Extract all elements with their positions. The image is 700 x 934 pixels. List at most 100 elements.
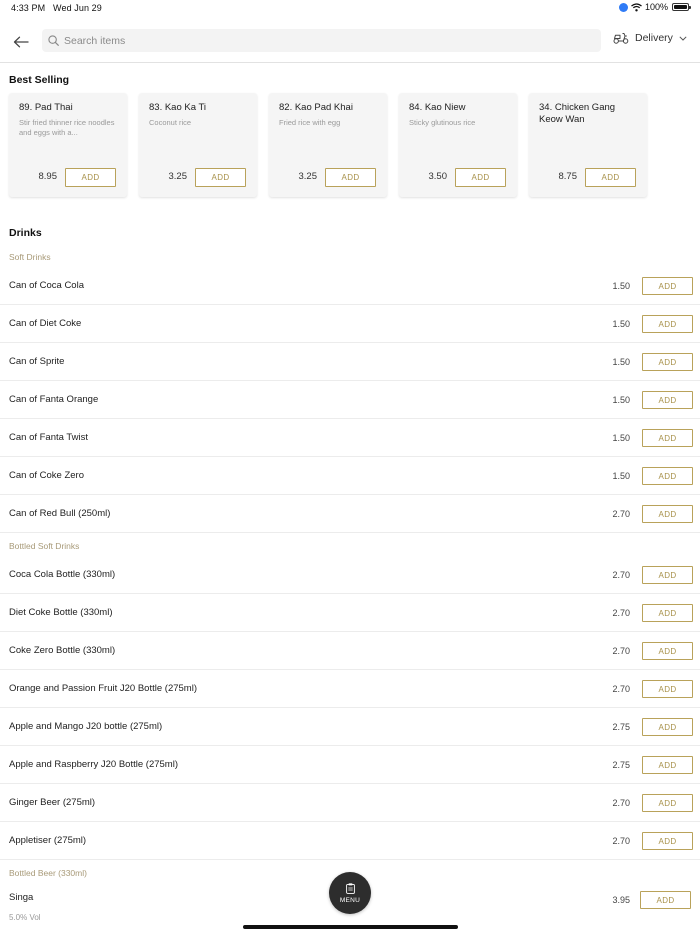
item-name: Singa (9, 892, 34, 903)
card-price: 3.50 (428, 171, 448, 182)
menu-item-row[interactable]: Can of Diet Coke 1.50 ADD (0, 305, 700, 343)
add-button[interactable]: ADD (585, 168, 636, 187)
add-button[interactable]: ADD (642, 756, 693, 774)
back-button[interactable] (10, 31, 32, 53)
item-price: 2.75 (612, 760, 630, 770)
menu-item-row[interactable]: Apple and Mango J20 bottle (275ml) 2.75 … (0, 708, 700, 746)
card-description: Fried rice with egg (279, 118, 341, 127)
add-button[interactable]: ADD (642, 277, 693, 295)
add-button[interactable]: ADD (642, 832, 693, 850)
item-price: 1.50 (612, 319, 630, 329)
item-name: Can of Sprite (9, 356, 65, 367)
menu-item-row[interactable]: Coca Cola Bottle (330ml) 2.70 ADD (0, 556, 700, 594)
item-price: 2.70 (612, 509, 630, 519)
add-button[interactable]: ADD (640, 891, 691, 909)
add-button[interactable]: ADD (642, 794, 693, 812)
best-selling-title: Best Selling (9, 74, 70, 86)
add-button[interactable]: ADD (642, 604, 693, 622)
menu-item-row[interactable]: Can of Fanta Orange 1.50 ADD (0, 381, 700, 419)
add-button[interactable]: ADD (65, 168, 116, 187)
wifi-icon (631, 2, 642, 11)
menu-item-row[interactable]: Can of Red Bull (250ml) 2.70 ADD (0, 495, 700, 533)
clipboard-icon (345, 882, 355, 894)
delivery-selector[interactable]: Delivery (613, 32, 687, 44)
status-bar: 4:33 PM Wed Jun 29 100% (0, 0, 700, 18)
item-name: Ginger Beer (275ml) (9, 797, 96, 808)
home-indicator[interactable] (243, 925, 458, 929)
item-name: Orange and Passion Fruit J20 Bottle (275… (9, 683, 197, 694)
item-price: 2.70 (612, 570, 630, 580)
back-arrow-icon (13, 36, 29, 48)
add-button[interactable]: ADD (642, 429, 693, 447)
battery-percent: 100% (644, 2, 668, 12)
chevron-down-icon (679, 35, 687, 41)
add-button[interactable]: ADD (642, 467, 693, 485)
add-button[interactable]: ADD (642, 315, 693, 333)
card-description: Stir fried thinner rice noodles and eggs… (19, 118, 115, 137)
battery-icon (672, 3, 691, 11)
status-time: 4:33 PM Wed Jun 29 (11, 3, 102, 13)
best-selling-card[interactable]: 82. Kao Pad Khai Fried rice with egg 3.2… (269, 93, 387, 197)
location-icon (618, 2, 628, 12)
card-name: 34. Chicken Gang Keow Wan (539, 102, 616, 125)
item-name: Can of Coca Cola (9, 280, 84, 291)
item-price: 1.50 (612, 471, 630, 481)
search-input[interactable] (64, 34, 584, 47)
top-bar: Delivery (0, 27, 700, 63)
add-button[interactable]: ADD (642, 642, 693, 660)
menu-item-row[interactable]: Orange and Passion Fruit J20 Bottle (275… (0, 670, 700, 708)
best-selling-card[interactable]: 34. Chicken Gang Keow Wan 8.75 ADD (529, 93, 647, 197)
menu-button[interactable]: MENU (329, 872, 371, 914)
status-icons: 100% (618, 2, 691, 12)
date-text: Wed Jun 29 (53, 3, 102, 13)
menu-item-row[interactable]: Apple and Raspberry J20 Bottle (275ml) 2… (0, 746, 700, 784)
menu-item-row[interactable]: Can of Coke Zero 1.50 ADD (0, 457, 700, 495)
item-price: 1.50 (612, 395, 630, 405)
add-button[interactable]: ADD (642, 680, 693, 698)
delivery-label: Delivery (635, 32, 673, 44)
item-name: Can of Red Bull (250ml) (9, 508, 111, 519)
item-price: 1.50 (612, 281, 630, 291)
search-bar[interactable] (42, 29, 601, 52)
menu-item-row[interactable]: Ginger Beer (275ml) 2.70 ADD (0, 784, 700, 822)
item-price: 2.70 (612, 684, 630, 694)
add-button[interactable]: ADD (642, 505, 693, 523)
card-price: 8.75 (558, 171, 578, 182)
item-name: Can of Coke Zero (9, 470, 84, 481)
add-button[interactable]: ADD (642, 353, 693, 371)
item-name: Diet Coke Bottle (330ml) (9, 607, 113, 618)
item-price: 2.75 (612, 722, 630, 732)
item-name: Can of Diet Coke (9, 318, 82, 329)
add-button[interactable]: ADD (642, 718, 693, 736)
add-button[interactable]: ADD (642, 566, 693, 584)
add-button[interactable]: ADD (642, 391, 693, 409)
drinks-title: Drinks (9, 227, 42, 239)
best-selling-card[interactable]: 84. Kao Niew Sticky glutinous rice 3.50 … (399, 93, 517, 197)
menu-item-row[interactable]: Coke Zero Bottle (330ml) 2.70 ADD (0, 632, 700, 670)
item-price: 2.70 (612, 836, 630, 846)
card-description: Coconut rice (149, 118, 192, 127)
item-name: Apple and Raspberry J20 Bottle (275ml) (9, 759, 178, 770)
item-price: 2.70 (612, 646, 630, 656)
item-name: Coke Zero Bottle (330ml) (9, 645, 116, 656)
menu-item-row[interactable]: Can of Fanta Twist 1.50 ADD (0, 419, 700, 457)
item-price: 3.95 (612, 895, 630, 905)
menu-item-row[interactable]: Diet Coke Bottle (330ml) 2.70 ADD (0, 594, 700, 632)
best-selling-card[interactable]: 89. Pad Thai Stir fried thinner rice noo… (9, 93, 127, 197)
menu-item-row[interactable]: Can of Coca Cola 1.50 ADD (0, 267, 700, 305)
category-label-bottled-soft-drinks: Bottled Soft Drinks (9, 541, 80, 551)
item-name: Apple and Mango J20 bottle (275ml) (9, 721, 163, 732)
add-button[interactable]: ADD (325, 168, 376, 187)
item-subtitle: 5.0% Vol (9, 913, 41, 922)
card-price: 3.25 (168, 171, 188, 182)
add-button[interactable]: ADD (195, 168, 246, 187)
add-button[interactable]: ADD (455, 168, 506, 187)
best-selling-card[interactable]: 83. Kao Ka Ti Coconut rice 3.25 ADD (139, 93, 257, 197)
item-name: Coca Cola Bottle (330ml) (9, 569, 116, 580)
scooter-icon (613, 33, 629, 44)
menu-item-row[interactable]: Appletiser (275ml) 2.70 ADD (0, 822, 700, 860)
card-name: 89. Pad Thai (19, 102, 73, 113)
category-label-bottled-beer: Bottled Beer (330ml) (9, 868, 87, 878)
card-price: 3.25 (298, 171, 318, 182)
menu-item-row[interactable]: Can of Sprite 1.50 ADD (0, 343, 700, 381)
